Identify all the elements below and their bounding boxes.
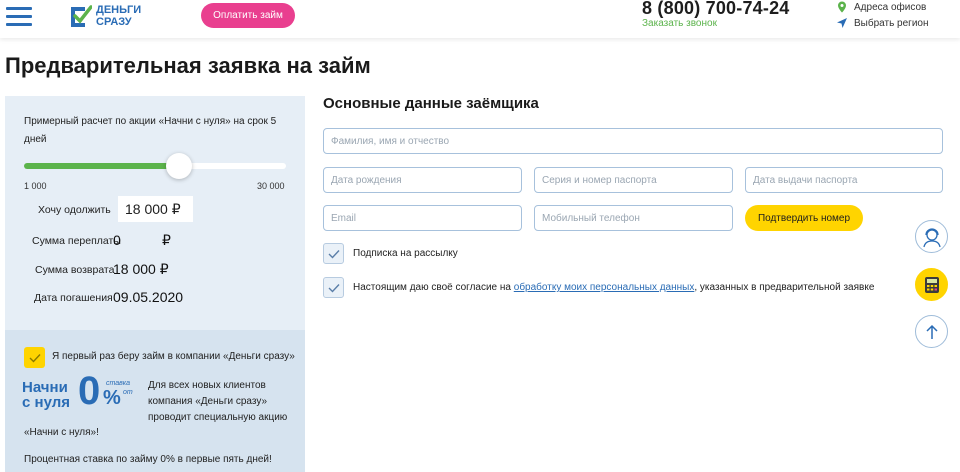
burger-menu-icon[interactable] xyxy=(6,7,32,26)
consent-suffix: , указанных в предварительной заявке xyxy=(694,282,875,293)
check-icon xyxy=(29,353,41,363)
subscribe-checkbox[interactable] xyxy=(323,243,344,264)
location-arrow-icon xyxy=(837,18,847,28)
promo-logo-line1: Начни xyxy=(22,379,68,396)
page-title: Предварительная заявка на займ xyxy=(5,53,371,78)
callback-link[interactable]: Заказать звонок xyxy=(642,18,717,29)
region-link[interactable]: Выбрать регион xyxy=(836,17,929,29)
first-loan-label: Я первый раз беру займ в компании «Деньг… xyxy=(52,351,295,362)
form-section-title: Основные данные заёмщика xyxy=(323,95,539,112)
overpay-label: Сумма переплаты xyxy=(32,235,121,247)
overpay-currency: ₽ xyxy=(162,232,171,248)
promo-logo-zero: 0 xyxy=(78,369,101,413)
due-date-value: 09.05.2020 xyxy=(113,289,184,305)
fullname-field[interactable]: Фамилия, имя и отчество xyxy=(323,128,943,154)
support-chat-button[interactable] xyxy=(915,220,948,253)
check-icon xyxy=(328,283,340,293)
return-label: Сумма возврата xyxy=(35,264,115,276)
region-label: Выбрать регион xyxy=(854,17,929,29)
scroll-top-button[interactable] xyxy=(915,315,948,348)
mobile-phone-field[interactable]: Мобильный телефон xyxy=(534,205,733,231)
map-pin-icon xyxy=(838,1,846,13)
logo-text: ДЕНЬГИ СРАЗУ xyxy=(96,4,142,28)
email-field[interactable]: Email xyxy=(323,205,522,231)
consent-label: Настоящим даю своё согласие на обработку… xyxy=(353,282,874,293)
logo[interactable]: ДЕНЬГИ СРАЗУ xyxy=(68,2,148,30)
offices-label: Адреса офисов xyxy=(854,1,927,13)
first-loan-checkbox[interactable] xyxy=(24,347,45,368)
phone-number[interactable]: 8 (800) 700-74-24 xyxy=(642,0,790,19)
site-header: ДЕНЬГИ СРАЗУ Оплатить займ 8 (800) 700-7… xyxy=(0,0,960,38)
slider-handle[interactable] xyxy=(165,153,192,179)
promo-logo-small2: от xyxy=(123,389,133,396)
amount-slider[interactable] xyxy=(24,153,286,179)
arrow-up-icon xyxy=(925,324,938,339)
promo-logo-small1: ставка xyxy=(106,380,130,387)
loan-calculator: Примерный расчет по акции «Начни с нуля»… xyxy=(5,96,305,330)
passport-number-field[interactable]: Серия и номер паспорта xyxy=(534,167,733,193)
want-label: Хочу одолжить xyxy=(38,204,111,216)
due-date-label: Дата погашения xyxy=(34,292,113,304)
calculator-icon xyxy=(924,276,939,293)
promo-block: Я первый раз беру займ в компании «Деньг… xyxy=(5,330,305,472)
promo-rate-text: Процентная ставка по займу 0% в первые п… xyxy=(24,454,272,465)
promo-description-tagline: «Начни с нуля»! xyxy=(24,427,99,438)
slider-fill xyxy=(24,163,179,169)
loan-amount-input[interactable]: 18 000 ₽ xyxy=(118,196,193,222)
promo-logo-percent: % xyxy=(103,387,121,409)
personal-data-link[interactable]: обработку моих персональных данных xyxy=(514,282,695,293)
calculator-button[interactable] xyxy=(915,268,948,301)
offices-link[interactable]: Адреса офисов xyxy=(836,1,926,13)
consent-prefix: Настоящим даю своё согласие на xyxy=(353,282,511,293)
passport-date-field[interactable]: Дата выдачи паспорта xyxy=(745,167,943,193)
promo-logo-line2: с нуля xyxy=(22,394,70,411)
operator-avatar-icon xyxy=(922,227,941,247)
consent-checkbox[interactable] xyxy=(323,277,344,298)
birthdate-field[interactable]: Дата рождения xyxy=(323,167,522,193)
calculator-description: Примерный расчет по акции «Начни с нуля»… xyxy=(24,116,277,145)
overpay-value: 0 xyxy=(113,232,121,248)
slider-min-label: 1 000 xyxy=(24,181,47,191)
subscribe-label: Подписка на рассылку xyxy=(353,248,458,259)
check-icon xyxy=(328,249,340,259)
promo-description: Для всех новых клиентов компания «Деньги… xyxy=(148,380,288,423)
promo-logo: Начни с нуля 0 % ставка от xyxy=(19,371,133,420)
slider-max-label: 30 000 xyxy=(257,181,285,191)
return-value: 18 000 ₽ xyxy=(113,261,169,277)
logo-check-icon xyxy=(71,5,92,27)
confirm-number-button[interactable]: Подтвердить номер xyxy=(745,205,863,231)
pay-loan-button[interactable]: Оплатить займ xyxy=(201,3,295,28)
